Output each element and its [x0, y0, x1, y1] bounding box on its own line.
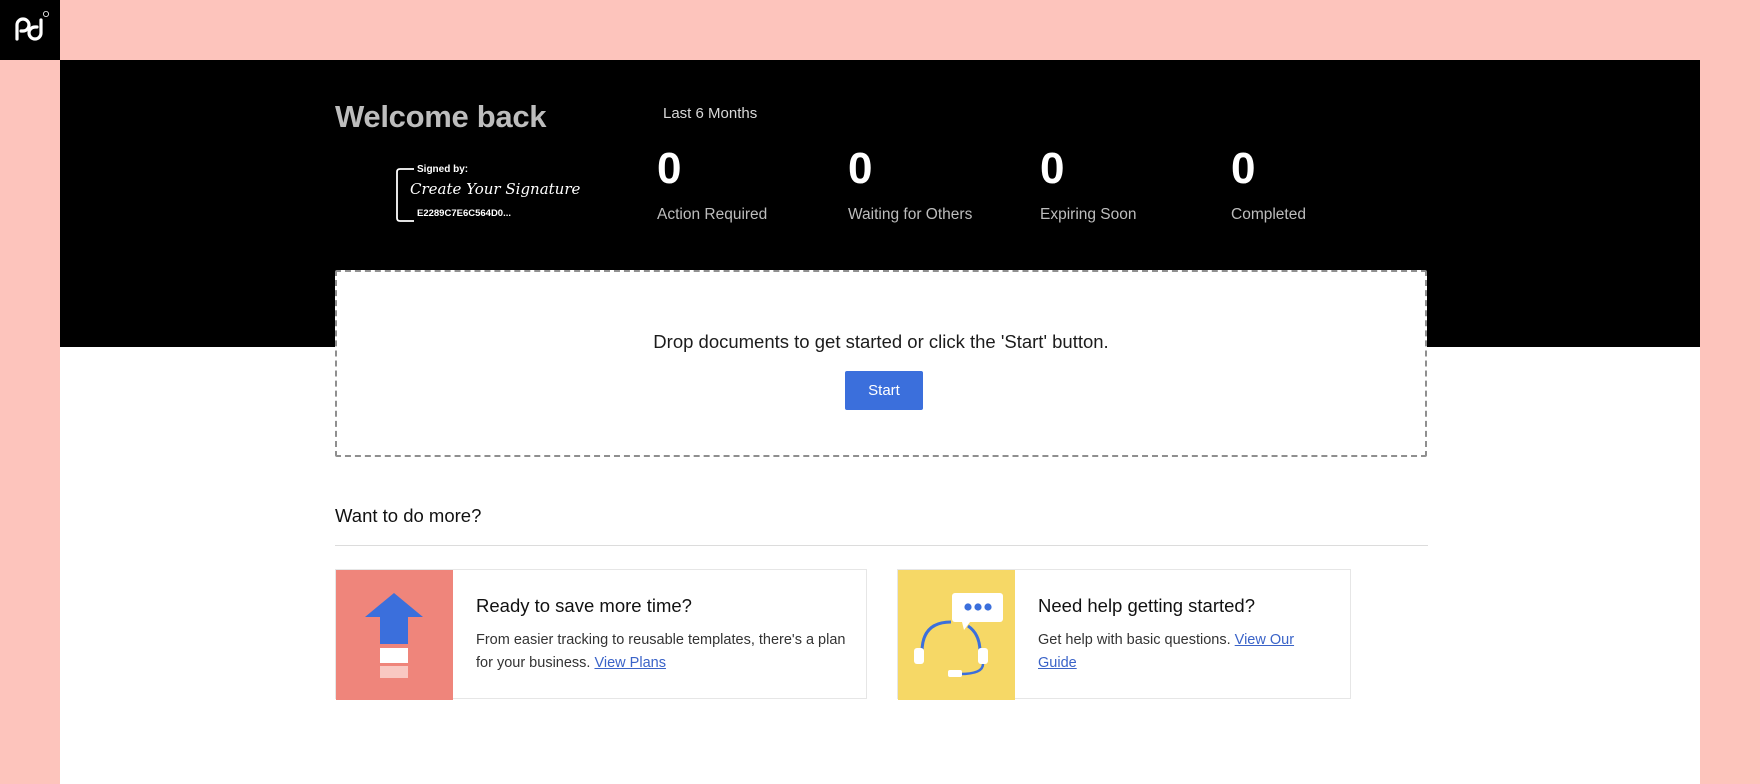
card-text: Get help with basic questions. [1038, 632, 1231, 648]
upgrade-plans-card: Ready to save more time? From easier tra… [335, 569, 867, 700]
card-description: Get help with basic questions. View Our … [1038, 629, 1328, 675]
stat-action-required[interactable]: 0 Action Required [657, 144, 767, 224]
help-guide-card: Need help getting started? Get help with… [897, 569, 1351, 700]
signed-by-label: Signed by: [417, 164, 469, 175]
support-headset-icon [898, 570, 1015, 700]
signature-block[interactable]: Signed by: Create Your Signature E2289C7… [394, 164, 594, 224]
signature-id: E2289C7E6C564D0... [417, 208, 512, 219]
stat-completed[interactable]: 0 Completed [1231, 144, 1306, 224]
more-section-heading: Want to do more? [335, 505, 482, 526]
start-button[interactable]: Start [845, 371, 923, 410]
dropzone-text: Drop documents to get started or click t… [653, 331, 1109, 352]
stat-waiting-for-others[interactable]: 0 Waiting for Others [848, 144, 972, 224]
stat-label: Expiring Soon [1040, 206, 1137, 223]
upgrade-arrow-icon [336, 570, 453, 700]
dashboard-panel: Welcome back Signed by: Create Your Sign… [60, 60, 1700, 784]
card-title: Need help getting started? [1038, 595, 1256, 616]
stat-label: Action Required [657, 206, 768, 223]
stat-label: Waiting for Others [848, 206, 973, 223]
view-plans-link[interactable]: View Plans [594, 655, 665, 671]
welcome-title: Welcome back [335, 99, 547, 134]
period-label: Last 6 Months [663, 105, 758, 122]
document-dropzone[interactable]: Drop documents to get started or click t… [335, 270, 1427, 457]
stat-value: 0 [848, 144, 873, 193]
stat-value: 0 [1231, 144, 1256, 193]
stat-value: 0 [657, 144, 682, 193]
stat-label: Completed [1231, 206, 1306, 223]
signature-script: Create Your Signature [410, 180, 581, 198]
brand-logo[interactable] [0, 0, 60, 60]
card-description: From easier tracking to reusable templat… [476, 629, 851, 675]
section-divider [335, 545, 1428, 546]
stat-value: 0 [1040, 144, 1065, 193]
pandadoc-logo-icon [15, 11, 50, 41]
card-title: Ready to save more time? [476, 595, 692, 616]
stat-expiring-soon[interactable]: 0 Expiring Soon [1040, 144, 1137, 224]
